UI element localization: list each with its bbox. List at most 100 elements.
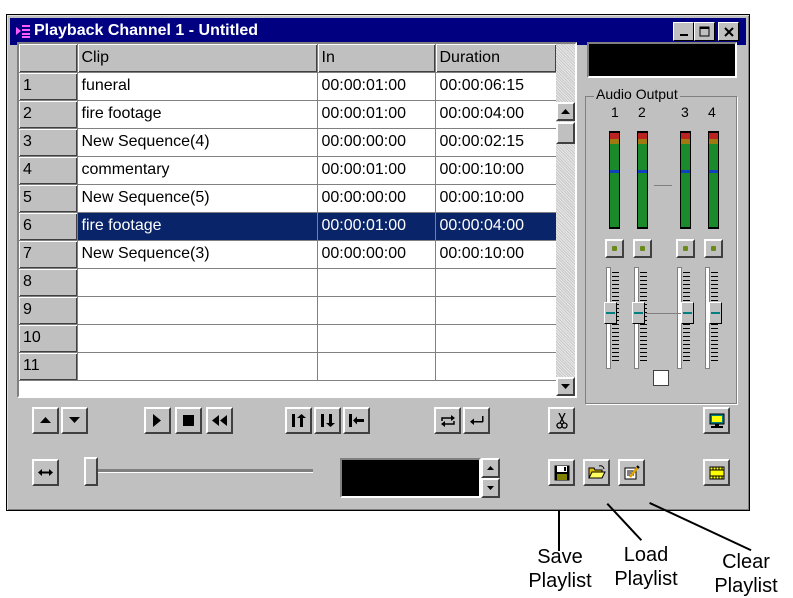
clip-cell[interactable]: fire footage (77, 100, 318, 129)
duration-cell[interactable]: 00:00:06:15 (435, 72, 557, 101)
timecode-spin-up[interactable] (481, 458, 500, 478)
table-row[interactable]: 1 funeral 00:00:01:00 00:00:06:15 (19, 72, 557, 101)
duration-cell[interactable]: 00:00:10:00 (435, 184, 557, 213)
row-number[interactable]: 4 (19, 156, 78, 185)
row-number[interactable]: 2 (19, 100, 78, 129)
row-number[interactable]: 7 (19, 240, 78, 269)
floppy-disk-icon (554, 465, 569, 480)
duration-cell[interactable]: 00:00:04:00 (435, 212, 557, 241)
in-cell[interactable]: 00:00:00:00 (317, 240, 436, 269)
clip-cell[interactable]: funeral (77, 72, 318, 101)
clear-playlist-button[interactable] (618, 459, 645, 486)
table-row[interactable]: 10 (19, 324, 557, 353)
table-row[interactable]: 6 fire footage 00:00:01:00 00:00:04:00 (19, 212, 557, 241)
row-number[interactable]: 3 (19, 128, 78, 157)
channel-button-4[interactable] (704, 239, 723, 258)
clip-cell[interactable]: New Sequence(5) (77, 184, 318, 213)
maximize-button[interactable] (694, 22, 715, 41)
move-down-button[interactable] (61, 407, 88, 434)
indicator-icon (711, 246, 716, 251)
scroll-up-button[interactable] (556, 102, 575, 121)
duration-cell[interactable] (435, 352, 557, 381)
table-row[interactable]: 5 New Sequence(5) 00:00:00:00 00:00:10:00 (19, 184, 557, 213)
stop-button[interactable] (175, 407, 202, 434)
loop-button[interactable] (434, 407, 461, 434)
clip-cell[interactable] (77, 296, 318, 325)
vertical-scrollbar[interactable] (556, 44, 575, 396)
table-row[interactable]: 3 New Sequence(4) 00:00:00:00 00:00:02:15 (19, 128, 557, 157)
clip-cell[interactable]: New Sequence(4) (77, 128, 318, 157)
fader-knob-3[interactable] (681, 302, 694, 324)
channel-button-1[interactable] (605, 239, 624, 258)
scroll-down-button[interactable] (556, 377, 575, 396)
in-cell[interactable] (317, 268, 436, 297)
row-number[interactable]: 11 (19, 352, 78, 381)
indicator-icon (640, 246, 645, 251)
play-button[interactable] (144, 407, 171, 434)
return-button[interactable] (463, 407, 490, 434)
clip-cell[interactable]: New Sequence(3) (77, 240, 318, 269)
title-bar[interactable]: Playback Channel 1 - Untitled (10, 18, 746, 45)
duration-cell[interactable] (435, 324, 557, 353)
column-header-clip[interactable]: Clip (77, 44, 318, 73)
in-cell[interactable]: 00:00:00:00 (317, 184, 436, 213)
row-number[interactable]: 1 (19, 72, 78, 101)
clear-playlist-caption: Clear Playlist (714, 551, 778, 597)
clip-cell[interactable]: fire footage (77, 212, 318, 241)
clip-cell[interactable]: commentary (77, 156, 318, 185)
table-row[interactable]: 9 (19, 296, 557, 325)
fader-knob-1[interactable] (604, 302, 617, 324)
table-row[interactable]: 11 (19, 352, 557, 381)
clip-cell[interactable] (77, 324, 318, 353)
insert-before-button[interactable] (285, 407, 312, 434)
move-up-button[interactable] (32, 407, 59, 434)
clip-cell[interactable] (77, 268, 318, 297)
scroll-thumb[interactable] (556, 122, 575, 144)
close-button[interactable] (718, 22, 739, 41)
in-cell[interactable] (317, 324, 436, 353)
fader-knob-2[interactable] (632, 302, 645, 324)
row-number[interactable]: 9 (19, 296, 78, 325)
insert-after-button[interactable] (314, 407, 341, 434)
in-cell[interactable]: 00:00:01:00 (317, 100, 436, 129)
table-row[interactable]: 2 fire footage 00:00:01:00 00:00:04:00 (19, 100, 557, 129)
position-slider-thumb[interactable] (84, 457, 98, 486)
clip-cell[interactable] (77, 352, 318, 381)
row-number[interactable]: 8 (19, 268, 78, 297)
timecode-spin-down[interactable] (481, 478, 500, 498)
duration-cell[interactable]: 00:00:04:00 (435, 100, 557, 129)
fader-knob-4[interactable] (709, 302, 722, 324)
table-row[interactable]: 7 New Sequence(3) 00:00:00:00 00:00:10:00 (19, 240, 557, 269)
timecode-field[interactable] (340, 458, 481, 498)
duration-cell[interactable]: 00:00:10:00 (435, 156, 557, 185)
row-number[interactable]: 5 (19, 184, 78, 213)
in-cell[interactable]: 00:00:01:00 (317, 72, 436, 101)
channel-button-2[interactable] (633, 239, 652, 258)
cut-button[interactable] (548, 407, 575, 434)
minimize-button[interactable] (673, 22, 694, 41)
duration-cell[interactable] (435, 268, 557, 297)
in-cell[interactable]: 00:00:01:00 (317, 156, 436, 185)
clip-info-button[interactable] (703, 459, 730, 486)
fit-width-button[interactable] (32, 459, 59, 486)
rewind-button[interactable] (206, 407, 233, 434)
gang-faders-checkbox[interactable] (653, 370, 669, 386)
duration-cell[interactable]: 00:00:02:15 (435, 128, 557, 157)
column-header-in[interactable]: In (317, 44, 436, 73)
channel-button-3[interactable] (676, 239, 695, 258)
column-header-duration[interactable]: Duration (435, 44, 557, 73)
table-row[interactable]: 8 (19, 268, 557, 297)
in-cell[interactable]: 00:00:01:00 (317, 212, 436, 241)
table-row[interactable]: 4 commentary 00:00:01:00 00:00:10:00 (19, 156, 557, 185)
in-cell[interactable] (317, 352, 436, 381)
monitor-button[interactable] (703, 407, 730, 434)
duration-cell[interactable]: 00:00:10:00 (435, 240, 557, 269)
insert-at-button[interactable] (343, 407, 370, 434)
in-cell[interactable]: 00:00:00:00 (317, 128, 436, 157)
load-playlist-button[interactable] (583, 459, 610, 486)
row-number[interactable]: 6 (19, 212, 78, 241)
duration-cell[interactable] (435, 296, 557, 325)
in-cell[interactable] (317, 296, 436, 325)
save-playlist-button[interactable] (548, 459, 575, 486)
row-number[interactable]: 10 (19, 324, 78, 353)
